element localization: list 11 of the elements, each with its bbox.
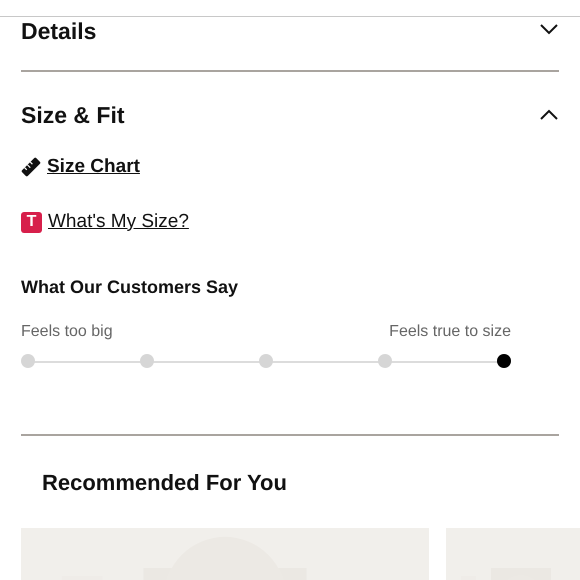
section-heading: Recommended For You	[42, 469, 288, 497]
link[interactable]: Size Chart	[47, 152, 140, 182]
section-heading: What Our Customers Say	[21, 276, 240, 299]
chevron-up-icon[interactable]	[539, 109, 559, 121]
scale-label: Feels too big	[21, 322, 113, 342]
scale-label: Feels true to size	[389, 322, 511, 342]
section-title[interactable]: Details	[21, 19, 96, 43]
chevron-down-icon[interactable]	[539, 23, 559, 35]
section-title[interactable]: Size & Fit	[21, 98, 125, 132]
link[interactable]: What's My Size?	[48, 208, 189, 236]
t-badge-icon: T	[21, 212, 42, 232]
